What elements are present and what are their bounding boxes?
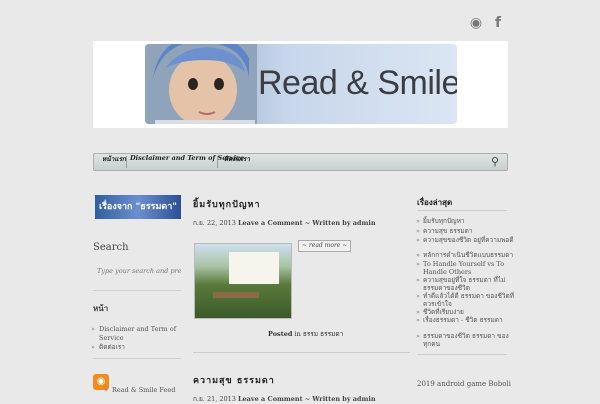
author-link[interactable]: admin xyxy=(353,219,376,227)
nav-divider xyxy=(217,156,218,168)
recent-post-link[interactable]: To Handle Yourself vs To Handle Others xyxy=(416,260,515,276)
thumbnail-bench xyxy=(213,292,259,298)
recent-post-link[interactable]: ความสุขอยู่ที่ใจ ธรรมดา ที่ไม่ธรรมดาของช… xyxy=(416,276,515,292)
recent-post-link[interactable]: ชีวิตที่เรียบง่าย xyxy=(416,308,515,316)
recent-post-link[interactable]: เรื่องธรรมดา - ชีวิต ธรรมดา xyxy=(416,316,515,324)
recent-posts-heading: เรื่องล่าสุด xyxy=(417,198,453,207)
bottom-item[interactable]: 2019 android game Boboli xyxy=(417,380,511,388)
post-title[interactable]: ยิ้มรับทุกปัญหา xyxy=(193,197,261,211)
recent-post-link[interactable]: ธรรมดาของชีวิต ธรรมดา ของทุกคน xyxy=(416,332,515,348)
recent-post-link[interactable]: หลักการดำเนินชีวิตแบบธรรมดา xyxy=(416,251,515,259)
recent-post-link[interactable]: ความสุขของชีวิต อยู่ที่ความพอดี xyxy=(416,236,515,244)
author-link[interactable]: admin xyxy=(353,395,376,403)
rss-icon[interactable]: ◉ xyxy=(469,16,483,30)
posted-label: Posted xyxy=(268,330,293,338)
thumbnail-sign xyxy=(229,252,279,284)
divider xyxy=(93,358,181,359)
search-icon[interactable]: ⚲ xyxy=(491,156,503,168)
divider xyxy=(93,290,181,291)
header-banner[interactable]: Read & Smile xyxy=(145,44,457,124)
sidebar-page-contact[interactable]: ติดต่อเรา xyxy=(91,343,179,352)
written-by-label: Written by xyxy=(312,395,351,403)
post-title[interactable]: ความสุข ธรรมดา xyxy=(193,373,275,387)
posted-in: Posted in ธรรม ธรรมดา xyxy=(268,329,343,339)
recent-post-link[interactable]: ความสุข ธรรมดา xyxy=(416,227,515,235)
search-heading: Search xyxy=(93,242,129,253)
comment-link[interactable]: Leave a Comment xyxy=(238,219,303,227)
feed-link[interactable]: Read & Smile Feed xyxy=(104,386,175,395)
divider xyxy=(417,354,507,355)
pages-heading: หน้า xyxy=(93,303,109,313)
written-by-label: Written by xyxy=(312,219,351,227)
post-meta: ก.ย. 22, 2013 Leave a Comment ~ Written … xyxy=(193,219,376,227)
comment-link[interactable]: Leave a Comment xyxy=(238,395,303,403)
nav-item-home[interactable]: หน้าแรก xyxy=(102,154,126,170)
recent-post-link[interactable]: ยิ้มรับทุกปัญหา xyxy=(416,217,515,225)
nav-item-contact[interactable]: ติดต่อเรา xyxy=(224,154,250,170)
post-divider xyxy=(193,352,410,353)
main-nav: หน้าแรก Disclaimer and Term of Service ต… xyxy=(93,153,508,171)
post-date: ก.ย. 22, 2013 xyxy=(193,219,236,227)
facebook-icon[interactable]: f xyxy=(491,16,505,30)
category-link[interactable]: ธรรม ธรรมดา xyxy=(303,330,343,338)
recent-post-link[interactable]: ทำดีแล้วได้ดี ธรรมดา ของชีวิตที่ควรเข้าใ… xyxy=(416,292,515,308)
social-links: ◉ f xyxy=(469,16,505,30)
post-meta: ก.ย. 21, 2013 Leave a Comment ~ Written … xyxy=(193,395,376,403)
search-input[interactable] xyxy=(95,264,183,278)
post-date: ก.ย. 21, 2013 xyxy=(193,395,236,403)
baby-photo xyxy=(145,44,257,124)
sidebar-page-disclaimer[interactable]: Disclaimer and Term of Service xyxy=(91,325,179,343)
divider xyxy=(417,210,507,211)
nav-divider xyxy=(126,156,127,168)
read-more-link[interactable]: ~ read more ~ xyxy=(298,240,352,252)
site-title: Read & Smile xyxy=(258,64,457,102)
sidebar-banner[interactable]: เรื่องจาก "ธรรมดา" xyxy=(95,195,181,219)
posted-in-label: in xyxy=(294,330,301,338)
post-thumbnail[interactable] xyxy=(194,243,292,319)
